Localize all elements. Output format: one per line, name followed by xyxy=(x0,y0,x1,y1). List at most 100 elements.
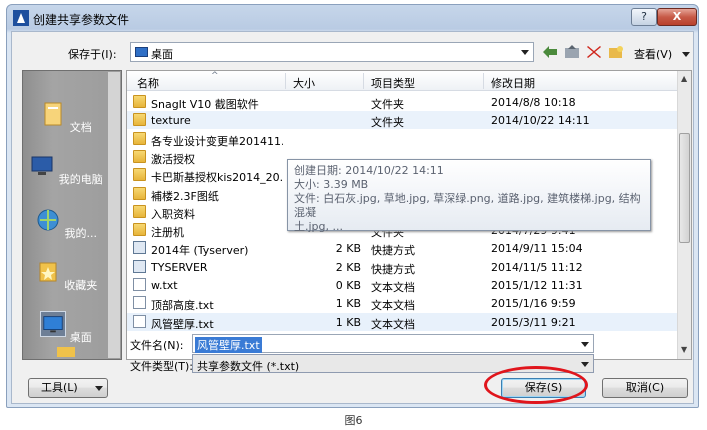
place-documents[interactable]: 文档 xyxy=(23,101,109,135)
file-row[interactable]: 2014年 (Tyserver) 2 KB 快捷方式 2014/9/11 15:04 xyxy=(127,239,678,257)
tooltip-size: 大小: 3.39 MB xyxy=(294,178,369,191)
file-row[interactable]: 各专业设计变更单201411... xyxy=(127,130,678,148)
file-name: 顶部高度.txt xyxy=(151,299,214,313)
folder-icon xyxy=(133,95,146,108)
text-file-icon xyxy=(133,296,146,310)
scroll-thumb[interactable] xyxy=(679,133,690,243)
column-modified[interactable]: 修改日期 xyxy=(491,75,535,91)
close-button[interactable]: X xyxy=(657,8,697,26)
file-row[interactable]: SnagIt V10 截图软件 文件夹 2014/8/8 10:18 xyxy=(127,93,678,111)
file-size: 1 KB xyxy=(335,315,361,329)
file-row[interactable]: TYSERVER 2 KB 快捷方式 2014/11/5 11:12 xyxy=(127,258,678,276)
file-modified: 2014/8/8 10:18 xyxy=(491,96,576,109)
shortcut-icon xyxy=(133,259,146,273)
save-dialog: 创建共享参数文件 ? X 保存于(I): 桌面 查看(V) 文档 我的电脑 我的… xyxy=(6,4,699,408)
places-scrollbar[interactable] xyxy=(108,72,120,358)
file-name: 各专业设计变更单201411... xyxy=(151,134,283,148)
new-folder-icon[interactable] xyxy=(608,45,624,59)
help-button[interactable]: ? xyxy=(631,8,657,26)
view-menu[interactable]: 查看(V) xyxy=(634,46,672,62)
folder-icon xyxy=(133,223,146,237)
text-file-icon xyxy=(133,278,146,291)
file-name: w.txt xyxy=(151,279,178,292)
dialog-body: 保存于(I): 桌面 查看(V) 文档 我的电脑 我的... 收藏夹 桌面 名称… xyxy=(11,31,694,404)
folder-icon xyxy=(133,204,146,218)
tools-chevron-icon xyxy=(95,386,103,391)
folder-icon xyxy=(133,131,146,145)
file-list[interactable]: 名称 ^ 大小 项目类型 修改日期 SnagIt V10 截图软件 文件夹 2014… xyxy=(126,70,692,360)
column-name[interactable]: 名称 xyxy=(137,75,159,91)
tools-button[interactable]: 工具(L) xyxy=(28,378,108,398)
save-in-value: 桌面 xyxy=(151,48,173,61)
file-name: 风管壁厚.txt xyxy=(151,317,214,331)
title-bar[interactable]: 创建共享参数文件 ? X xyxy=(7,5,698,31)
place-network[interactable]: 我的... xyxy=(23,207,109,241)
desktop-icon xyxy=(40,311,67,337)
up-folder-icon[interactable] xyxy=(564,45,580,59)
file-modified: 2015/1/12 11:31 xyxy=(491,279,583,292)
file-type: 文本文档 xyxy=(371,281,415,294)
folder-icon xyxy=(133,186,146,200)
shortcut-icon xyxy=(133,241,146,255)
file-name: 2014年 (Tyserver) xyxy=(151,244,249,258)
favorites-icon xyxy=(39,262,57,282)
desktop-icon xyxy=(135,47,148,57)
folder-icon xyxy=(57,347,75,357)
filename-chevron-icon[interactable] xyxy=(581,342,589,347)
file-name: SnagIt V10 截图软件 xyxy=(151,98,259,111)
column-size[interactable]: 大小 xyxy=(293,75,315,91)
filetype-chevron-icon xyxy=(581,362,589,367)
filename-input[interactable]: 风管壁厚.txt xyxy=(192,334,594,353)
tools-label: 工具(L) xyxy=(41,381,78,394)
column-header: 名称 ^ 大小 项目类型 修改日期 xyxy=(127,71,678,91)
file-type: 文本文档 xyxy=(371,317,415,331)
file-type: 快捷方式 xyxy=(371,244,415,258)
file-name: 激活授权 xyxy=(151,152,195,166)
back-arrow-icon[interactable] xyxy=(542,45,558,59)
file-type: 文件夹 xyxy=(371,116,404,130)
folder-icon xyxy=(133,149,146,163)
file-modified: 2014/11/5 11:12 xyxy=(491,260,583,274)
file-type: 快捷方式 xyxy=(371,262,415,276)
revit-app-icon xyxy=(13,10,29,26)
view-chevron-icon[interactable] xyxy=(682,52,690,57)
folder-icon xyxy=(133,168,146,182)
file-row[interactable]: w.txt 0 KB 文本文档 2015/1/12 11:31 xyxy=(127,276,678,294)
file-modified: 2014/10/22 14:11 xyxy=(491,114,590,128)
file-name: 補楼2.3F图纸 xyxy=(151,189,219,203)
place-desktop[interactable]: 桌面 xyxy=(23,311,109,345)
delete-icon[interactable] xyxy=(586,45,602,59)
column-type[interactable]: 项目类型 xyxy=(371,75,415,91)
file-type: 文本文档 xyxy=(371,299,415,313)
sort-ascending-icon: ^ xyxy=(211,71,219,81)
save-in-label: 保存于(I): xyxy=(68,48,117,61)
scroll-down-icon[interactable]: ▼ xyxy=(681,345,687,354)
file-name: texture xyxy=(151,114,191,128)
file-size: 0 KB xyxy=(335,279,361,292)
file-list-scrollbar[interactable]: ▲ ▼ xyxy=(677,71,691,359)
folder-icon xyxy=(133,113,146,127)
file-modified: 2015/1/16 9:59 xyxy=(491,297,576,311)
figure-caption: 图6 xyxy=(344,414,363,427)
place-my-computer[interactable]: 我的电脑 xyxy=(23,153,109,187)
file-row[interactable]: 风管壁厚.txt 1 KB 文本文档 2015/3/11 9:21 xyxy=(127,312,678,331)
network-icon xyxy=(37,209,59,231)
tooltip-files: 文件: 白石灰.jpg, 草地.jpg, 草深绿.png, 道路.jpg, 建筑… xyxy=(294,192,641,219)
text-file-icon xyxy=(133,314,146,328)
file-row[interactable]: texture 文件夹 2014/10/22 14:11 xyxy=(127,111,678,130)
documents-icon xyxy=(44,102,62,126)
highlight-ring xyxy=(484,366,588,404)
folder-tooltip: 创建日期: 2014/10/22 14:11 大小: 3.39 MB 文件: 白… xyxy=(287,159,651,233)
file-row[interactable]: 顶部高度.txt 1 KB 文本文档 2015/1/16 9:59 xyxy=(127,294,678,312)
cancel-button[interactable]: 取消(C) xyxy=(602,378,688,398)
tooltip-created: 创建日期: 2014/10/22 14:11 xyxy=(294,164,444,177)
file-size: 2 KB xyxy=(335,242,361,256)
file-name: TYSERVER xyxy=(151,260,208,274)
file-modified: 2015/3/11 9:21 xyxy=(491,315,576,329)
place-favorites[interactable]: 收藏夹 xyxy=(23,259,109,293)
file-type: 文件夹 xyxy=(371,98,404,111)
tooltip-files-more: 土.jpg, ... xyxy=(294,220,344,233)
save-in-dropdown[interactable]: 桌面 xyxy=(130,42,534,62)
places-bar: 文档 我的电脑 我的... 收藏夹 桌面 xyxy=(22,70,122,360)
scroll-up-icon[interactable]: ▲ xyxy=(681,74,687,83)
